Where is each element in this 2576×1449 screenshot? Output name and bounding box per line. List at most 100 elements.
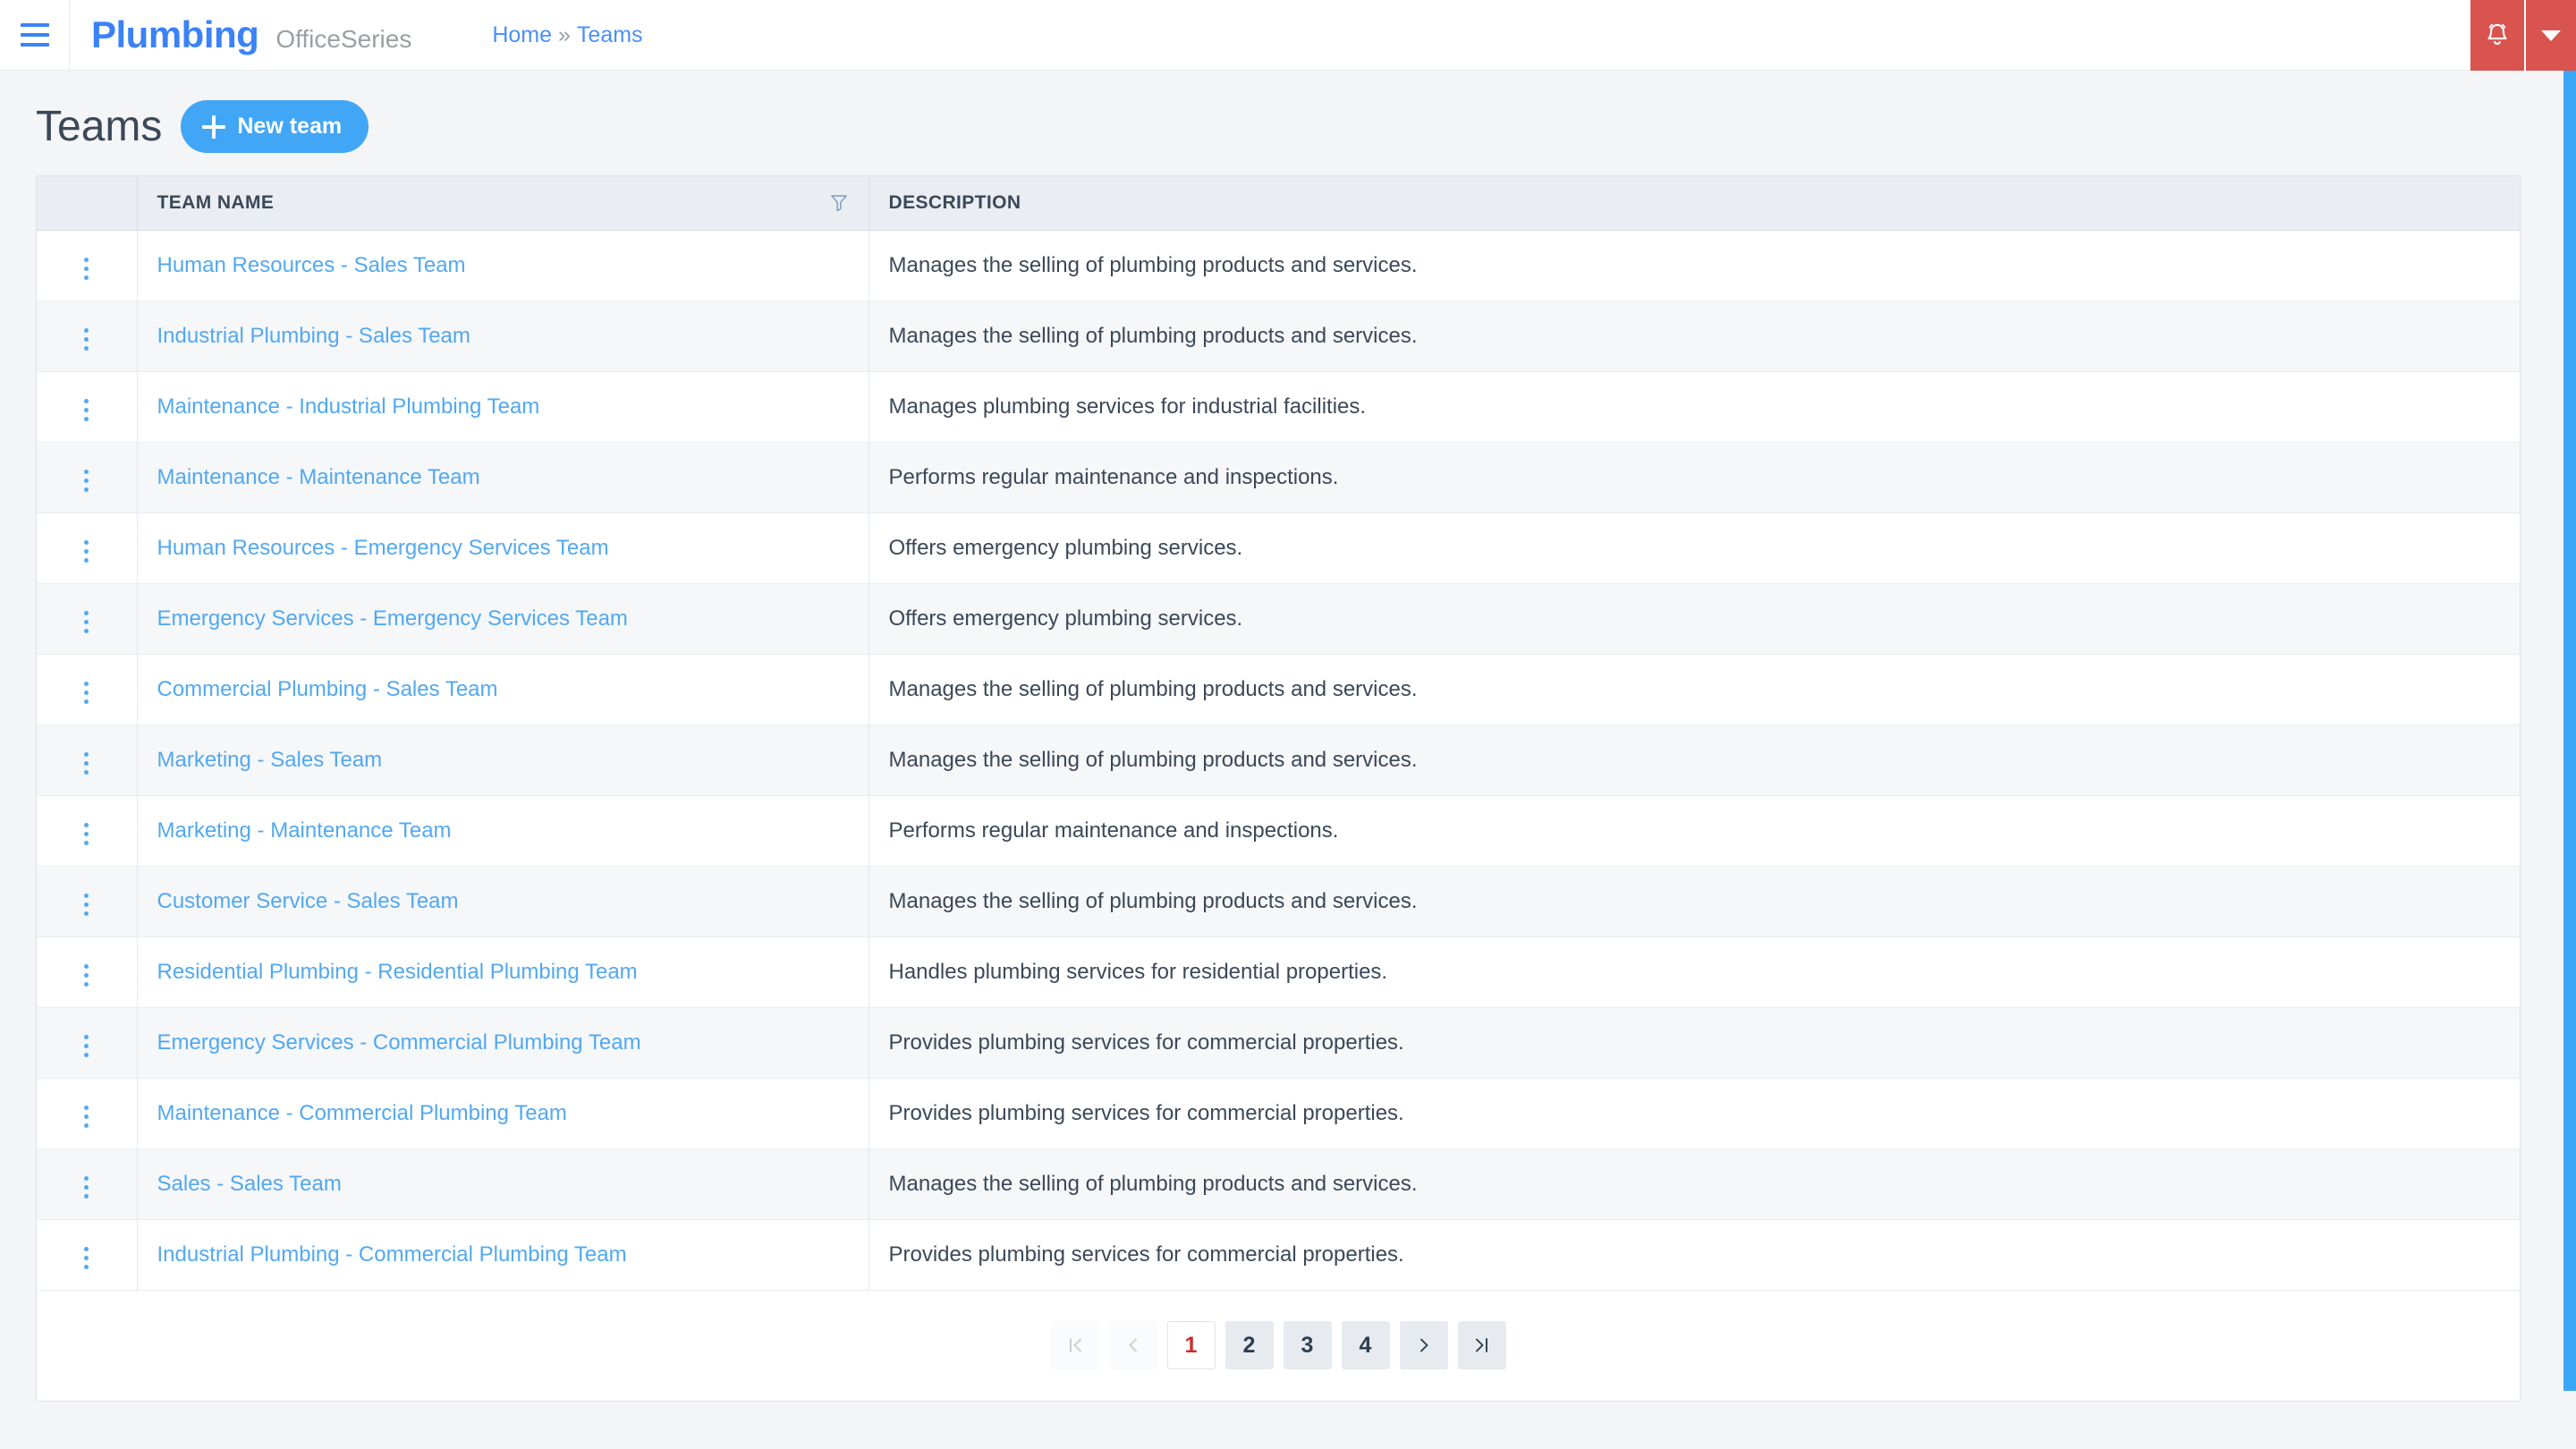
team-description-cell: Performs regular maintenance and inspect… [869,795,2520,867]
table-row: Human Resources - Sales Team Manages the … [37,230,2520,301]
vertical-dots-icon[interactable] [70,745,103,782]
team-name-cell: Maintenance - Maintenance Team [137,442,869,513]
team-name-link[interactable]: Marketing - Sales Team [157,748,383,772]
team-name-link[interactable]: Marketing - Maintenance Team [157,818,452,843]
breadcrumb-home-link[interactable]: Home [492,22,552,48]
team-description-cell: Provides plumbing services for commercia… [869,1007,2520,1079]
pagination-page-3[interactable]: 3 [1283,1321,1332,1370]
team-name-cell: Maintenance - Commercial Plumbing Team [137,1078,869,1149]
team-name-cell: Emergency Services - Commercial Plumbing… [137,1007,869,1079]
vertical-dots-icon[interactable] [70,1240,103,1276]
team-name-cell: Emergency Services - Emergency Services … [137,583,869,655]
vertical-dots-icon[interactable] [70,1028,103,1064]
vertical-dots-icon[interactable] [70,604,103,640]
team-name-link[interactable]: Sales - Sales Team [157,1172,342,1196]
team-name-link[interactable]: Emergency Services - Commercial Plumbing… [157,1030,641,1055]
pagination-page-1[interactable]: 1 [1166,1321,1216,1370]
new-team-button-label: New team [237,114,343,139]
team-description-cell: Manages plumbing services for industrial… [869,371,2520,443]
page-title: Teams [36,102,163,150]
team-description-cell: Provides plumbing services for commercia… [869,1219,2520,1291]
team-name-link[interactable]: Maintenance - Maintenance Team [157,465,480,489]
pagination-last-button[interactable] [1457,1321,1506,1370]
row-actions-cell [37,1007,138,1079]
vertical-dots-icon[interactable] [70,816,103,852]
pagination-first-button[interactable] [1050,1321,1099,1370]
page-scrollbar-thumb[interactable] [2563,71,2576,1391]
team-name-cell: Marketing - Sales Team [137,724,869,796]
page-header: Teams New team [0,71,2576,153]
row-actions-cell [37,936,138,1008]
team-name-link[interactable]: Industrial Plumbing - Commercial Plumbin… [157,1242,627,1267]
vertical-dots-icon[interactable] [70,250,103,287]
page-scrollbar-track[interactable] [2554,71,2576,1449]
team-description-cell: Manages the selling of plumbing products… [869,724,2520,796]
breadcrumb-current-link[interactable]: Teams [577,22,643,48]
team-name-link[interactable]: Emergency Services - Emergency Services … [157,606,628,631]
vertical-dots-icon[interactable] [70,886,103,923]
hamburger-menu-icon[interactable] [0,0,70,71]
top-navigation-bar: Plumbing OfficeSeries Home » Teams [0,0,2576,71]
vertical-dots-icon[interactable] [70,321,103,358]
vertical-dots-icon[interactable] [70,392,103,428]
hamburger-bar [20,43,49,47]
notification-bell-button[interactable] [2470,0,2526,71]
pagination-page-2[interactable]: 2 [1224,1321,1274,1370]
team-name-link[interactable]: Customer Service - Sales Team [157,889,459,913]
table-row: Industrial Plumbing - Commercial Plumbin… [37,1219,2520,1291]
row-actions-cell [37,795,138,867]
table-row: Emergency Services - Emergency Services … [37,583,2520,655]
team-name-cell: Sales - Sales Team [137,1148,869,1220]
new-team-button[interactable]: New team [181,100,369,153]
column-header-team-name: TEAM NAME [137,176,869,231]
row-actions-cell [37,230,138,301]
vertical-dots-icon[interactable] [70,533,103,570]
table-row: Emergency Services - Commercial Plumbing… [37,1007,2520,1079]
vertical-dots-icon[interactable] [70,1098,103,1135]
pagination-prev-button[interactable] [1108,1321,1157,1370]
funnel-filter-icon[interactable] [829,193,849,213]
row-actions-cell [37,866,138,937]
breadcrumb: Home » Teams [492,22,642,48]
notification-dropdown-button[interactable] [2526,0,2576,71]
breadcrumb-separator: » [558,21,571,47]
team-name-link[interactable]: Commercial Plumbing - Sales Team [157,677,498,701]
team-description-cell: Manages the selling of plumbing products… [869,1148,2520,1220]
chevron-right-icon [1419,1338,1428,1352]
team-name-link[interactable]: Human Resources - Emergency Services Tea… [157,536,609,560]
team-name-link[interactable]: Residential Plumbing - Residential Plumb… [157,960,638,984]
team-description-cell: Offers emergency plumbing services. [869,513,2520,584]
column-header-description: DESCRIPTION [869,176,2520,231]
team-name-link[interactable]: Industrial Plumbing - Sales Team [157,324,470,348]
table-row: Industrial Plumbing - Sales Team Manages … [37,301,2520,372]
team-description-cell: Manages the selling of plumbing products… [869,301,2520,372]
pagination-next-button[interactable] [1399,1321,1448,1370]
team-name-cell: Marketing - Maintenance Team [137,795,869,867]
row-actions-cell [37,1148,138,1220]
team-name-link[interactable]: Maintenance - Industrial Plumbing Team [157,394,540,419]
row-actions-cell [37,371,138,443]
team-name-cell: Industrial Plumbing - Sales Team [137,301,869,372]
table-row: Human Resources - Emergency Services Tea… [37,513,2520,584]
brand-subtitle: OfficeSeries [275,25,412,53]
vertical-dots-icon[interactable] [70,462,103,499]
table-row: Maintenance - Maintenance Team Performs r… [37,442,2520,513]
table-row: Customer Service - Sales Team Manages the… [37,866,2520,937]
chevron-left-icon [1129,1338,1137,1352]
vertical-dots-icon[interactable] [70,1169,103,1206]
row-actions-cell [37,654,138,725]
table-row: Commercial Plumbing - Sales Team Manages … [37,654,2520,725]
row-actions-cell [37,583,138,655]
team-name-link[interactable]: Maintenance - Commercial Plumbing Team [157,1101,567,1125]
last-page-icon [1475,1338,1487,1353]
table-row: Maintenance - Industrial Plumbing Team Ma… [37,371,2520,443]
table-row: Maintenance - Commercial Plumbing Team Pr… [37,1078,2520,1149]
pagination-page-4[interactable]: 4 [1341,1321,1390,1370]
table-header-row: TEAM NAME DESCRIPTION [37,176,2520,231]
vertical-dots-icon[interactable] [70,957,103,994]
teams-table-footer: 1 2 3 4 [37,1290,2520,1401]
table-row: Marketing - Sales Team Manages the sellin… [37,724,2520,796]
team-name-link[interactable]: Human Resources - Sales Team [157,253,466,277]
vertical-dots-icon[interactable] [70,674,103,711]
table-row: Sales - Sales Team Manages the selling of… [37,1148,2520,1220]
